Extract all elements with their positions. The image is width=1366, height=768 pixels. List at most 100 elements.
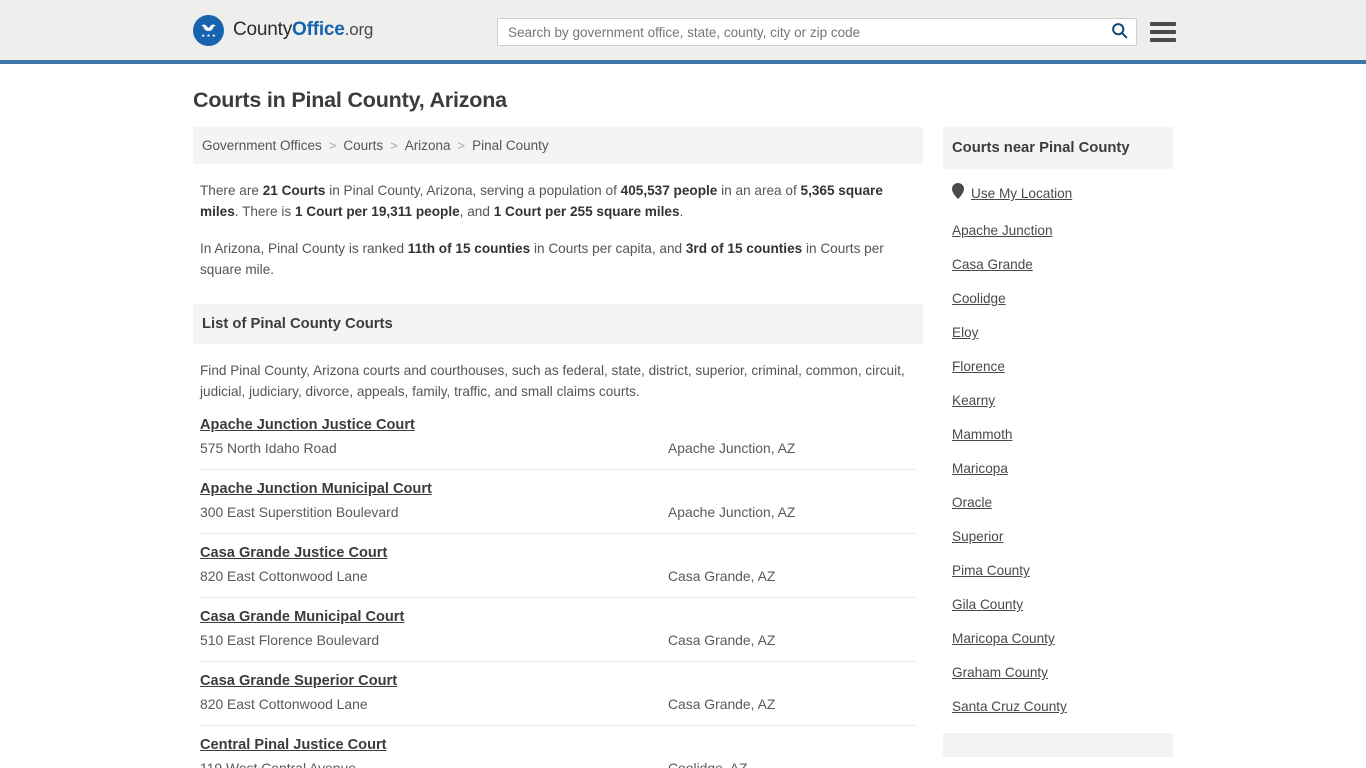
brand-text-county: County [233,19,293,40]
sidebar-item-superior[interactable]: Superior [952,529,1164,544]
breadcrumb-separator: > [457,138,466,153]
list-section-heading: List of Pinal County Courts [193,304,923,344]
sidebar-item-florence[interactable]: Florence [952,359,1164,374]
court-address: 575 North Idaho Road [200,440,337,456]
court-detail: 119 West Central Avenue Coolidge, AZ [200,760,916,768]
intro-text: . There is [234,204,295,219]
court-list-item[interactable]: Central Pinal Justice Court 119 West Cen… [200,726,916,768]
sidebar-item-gila-county[interactable]: Gila County [952,597,1164,612]
main-column: Government Offices > Courts > Arizona > … [193,127,923,768]
site-logo-link[interactable]: CountyOffice.org [193,14,373,46]
sidebar-heading: Courts near Pinal County [943,127,1173,169]
sidebar-link[interactable]: Maricopa [952,461,1008,476]
brand-wordmark: CountyOffice.org [233,19,373,41]
search-input[interactable] [498,19,1102,45]
sidebar-item-pima-county[interactable]: Pima County [952,563,1164,578]
intro-paragraph-2: In Arizona, Pinal County is ranked 11th … [200,238,916,280]
court-list-item[interactable]: Apache Junction Justice Court 575 North … [200,412,916,470]
court-address: 820 East Cottonwood Lane [200,696,368,712]
search-bar[interactable] [497,18,1137,46]
breadcrumb-separator: > [328,138,337,153]
sidebar-link[interactable]: Maricopa County [952,631,1055,646]
breadcrumb-item-courts[interactable]: Courts [343,138,383,153]
sidebar-item-apache-junction[interactable]: Apache Junction [952,223,1164,238]
search-icon [1111,22,1128,42]
sidebar-item-mammoth[interactable]: Mammoth [952,427,1164,442]
sidebar-item-santa-cruz-county[interactable]: Santa Cruz County [952,699,1164,714]
court-detail: 510 East Florence Boulevard Casa Grande,… [200,632,916,648]
intro-text: , and [459,204,494,219]
sidebar-link[interactable]: Mammoth [952,427,1012,442]
stat-courts-per-people: 1 Court per 19,311 people [294,204,460,219]
sidebar-link[interactable]: Gila County [952,597,1023,612]
court-city-state: Casa Grande, AZ [668,568,776,584]
stat-rank-per-capita: 11th of 15 counties [407,241,531,256]
court-list-item[interactable]: Casa Grande Superior Court 820 East Cott… [200,662,916,726]
court-name-link[interactable]: Apache Junction Justice Court [200,417,415,433]
breadcrumb-item-government-offices[interactable]: Government Offices [202,138,322,153]
court-city-state: Coolidge, AZ [668,760,748,768]
sidebar-link[interactable]: Florence [952,359,1005,374]
court-list-item[interactable]: Apache Junction Municipal Court 300 East… [200,470,916,534]
court-detail: 820 East Cottonwood Lane Casa Grande, AZ [200,696,916,712]
sidebar-link[interactable]: Santa Cruz County [952,699,1067,714]
sidebar-link[interactable]: Graham County [952,665,1048,680]
court-city-state: Apache Junction, AZ [668,504,796,520]
sidebar-link[interactable]: Casa Grande [952,257,1033,272]
stat-rank-per-square-mile: 3rd of 15 counties [685,241,803,256]
search-button[interactable] [1102,19,1136,45]
sidebar-footer-block [943,733,1173,757]
hamburger-menu-button[interactable] [1150,19,1176,45]
court-name-link[interactable]: Apache Junction Municipal Court [200,481,432,497]
sidebar-item-maricopa-county[interactable]: Maricopa County [952,631,1164,646]
use-my-location-link[interactable]: Use My Location [971,186,1072,201]
court-address: 820 East Cottonwood Lane [200,568,368,584]
sidebar-link[interactable]: Pima County [952,563,1030,578]
intro-text: in Pinal County, Arizona, serving a popu… [325,183,621,198]
sidebar-item-maricopa[interactable]: Maricopa [952,461,1164,476]
court-detail: 820 East Cottonwood Lane Casa Grande, AZ [200,568,916,584]
breadcrumb-item-arizona[interactable]: Arizona [405,138,451,153]
sidebar-link[interactable]: Superior [952,529,1003,544]
sidebar-item-oracle[interactable]: Oracle [952,495,1164,510]
breadcrumb-separator: > [390,138,398,153]
sidebar-link[interactable]: Coolidge [952,291,1006,306]
page-container: Courts in Pinal County, Arizona Governme… [0,88,1366,768]
court-list-item[interactable]: Casa Grande Justice Court 820 East Cotto… [200,534,916,598]
hamburger-menu-icon-bar-1 [1150,22,1176,26]
court-name-link[interactable]: Casa Grande Justice Court [200,545,387,561]
eagle-stars-logo-icon [193,14,224,46]
sidebar-item-kearny[interactable]: Kearny [952,393,1164,408]
sidebar-item-use-my-location[interactable]: Use My Location [952,183,1164,204]
intro-paragraph-1: There are 21 Courts in Pinal County, Ari… [200,180,916,222]
court-name-link[interactable]: Central Pinal Justice Court [200,737,387,753]
court-detail: 300 East Superstition Boulevard Apache J… [200,504,916,520]
court-list-item[interactable]: Casa Grande Municipal Court 510 East Flo… [200,598,916,662]
court-city-state: Apache Junction, AZ [668,440,796,456]
court-address: 300 East Superstition Boulevard [200,504,399,520]
sidebar-link[interactable]: Eloy [952,325,978,340]
court-address: 510 East Florence Boulevard [200,632,380,648]
sidebar-link[interactable]: Oracle [952,495,992,510]
sidebar-item-eloy[interactable]: Eloy [952,325,1164,340]
court-city-state: Casa Grande, AZ [668,696,776,712]
sidebar-item-graham-county[interactable]: Graham County [952,665,1164,680]
court-detail: 575 North Idaho Road Apache Junction, AZ [200,440,916,456]
hamburger-menu-icon-bar-3 [1150,38,1176,42]
content-columns: Government Offices > Courts > Arizona > … [193,127,1173,768]
sidebar-item-casa-grande[interactable]: Casa Grande [952,257,1164,272]
sidebar-item-coolidge[interactable]: Coolidge [952,291,1164,306]
hamburger-menu-icon-bar-2 [1150,30,1176,34]
court-address: 119 West Central Avenue [200,760,356,768]
court-name-link[interactable]: Casa Grande Municipal Court [200,609,404,625]
court-city-state: Casa Grande, AZ [668,632,776,648]
sidebar-link[interactable]: Apache Junction [952,223,1053,238]
court-name-link[interactable]: Casa Grande Superior Court [200,673,397,689]
sidebar-link[interactable]: Kearny [952,393,995,408]
breadcrumb: Government Offices > Courts > Arizona > … [193,127,923,164]
stat-courts-count: 21 Courts [262,183,326,198]
breadcrumb-item-pinal-county[interactable]: Pinal County [472,138,549,153]
intro-text: In Arizona, Pinal County is ranked [200,241,408,256]
sidebar-link-list: Use My Location Apache Junction Casa Gra… [943,169,1173,714]
map-pin-icon [952,183,964,204]
